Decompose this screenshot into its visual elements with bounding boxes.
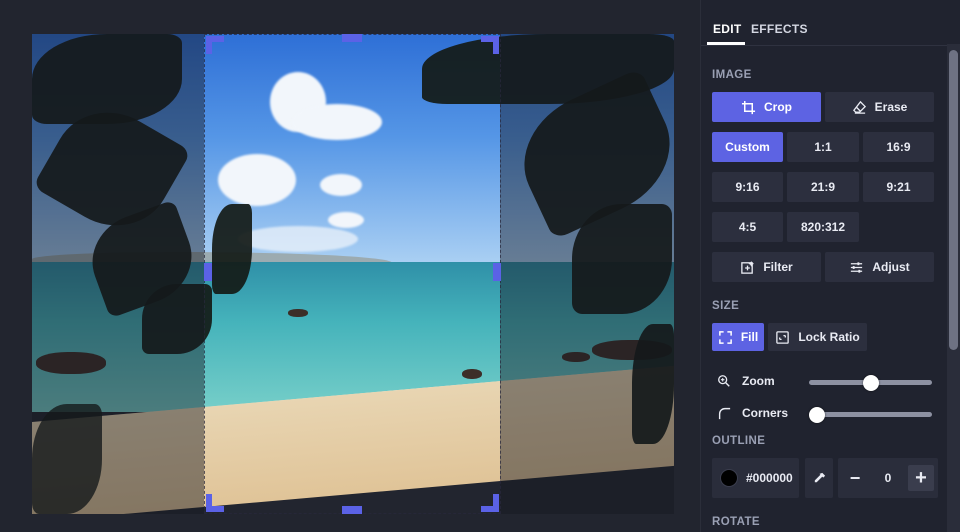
adjust-button[interactable]: Adjust (825, 252, 934, 282)
eraser-icon (852, 100, 866, 114)
ratio-button-9-16[interactable]: 9:16 (712, 172, 783, 202)
ratio-button-9-21[interactable]: 9:21 (863, 172, 934, 202)
minus-icon[interactable]: − (842, 465, 868, 491)
image-section-label: IMAGE (712, 69, 752, 81)
filter-button-label: Filter (763, 260, 793, 274)
corners-thumb[interactable] (809, 407, 825, 423)
crop-dim-left (32, 34, 204, 514)
filter-icon (741, 260, 755, 274)
ratio-button-custom[interactable]: Custom (712, 132, 783, 162)
outline-color-value: #000000 (746, 471, 793, 485)
crop-handle-top-left[interactable] (206, 36, 224, 54)
zoom-icon (718, 375, 730, 387)
panel-tabs: EDIT EFFECTS (701, 0, 947, 46)
panel-scrollbar-thumb[interactable] (949, 50, 958, 350)
crop-frame[interactable] (204, 34, 501, 514)
outline-width-value[interactable]: 0 (885, 471, 892, 485)
eyedropper-button[interactable] (805, 458, 833, 498)
zoom-thumb[interactable] (862, 375, 879, 391)
corners-label: Corners (742, 406, 789, 420)
zoom-track[interactable] (809, 375, 932, 391)
filter-button[interactable]: Filter (712, 252, 821, 282)
lock-ratio-button[interactable]: Lock Ratio (768, 323, 867, 351)
aspect-ratio-icon (776, 330, 790, 344)
ratio-button-21-9[interactable]: 21:9 (787, 172, 859, 202)
tab-edit[interactable]: EDIT (713, 22, 742, 36)
ratio-button-1-1[interactable]: 1:1 (787, 132, 859, 162)
panel-scrollbar[interactable] (947, 44, 960, 532)
fill-button-label: Fill (740, 330, 759, 344)
outline-color-picker[interactable]: #000000 (712, 458, 799, 498)
crop-icon (741, 100, 756, 114)
crop-button-label: Crop (764, 100, 792, 114)
zoom-label: Zoom (742, 374, 775, 388)
adjust-button-label: Adjust (872, 260, 910, 274)
corners-track[interactable] (809, 407, 932, 423)
color-swatch (720, 469, 738, 487)
erase-button[interactable]: Erase (825, 92, 934, 122)
crop-handle-bottom-left[interactable] (206, 494, 224, 512)
lock-ratio-button-label: Lock Ratio (798, 330, 860, 344)
crop-handle-bottom-right[interactable] (481, 494, 499, 512)
outline-width-stepper[interactable]: − 0 + (838, 458, 938, 498)
crop-dim-right (500, 34, 674, 514)
crop-handle-right[interactable] (493, 263, 501, 281)
edit-panel: EDIT EFFECTS IMAGE Crop Erase Custom 1:1… (700, 0, 960, 532)
ratio-button-16-9[interactable]: 16:9 (863, 132, 934, 162)
outline-section-label: OUTLINE (712, 435, 766, 447)
rotate-section-label: ROTATE (712, 516, 760, 528)
zoom-slider-row: Zoom (713, 372, 933, 392)
tab-effects[interactable]: EFFECTS (751, 22, 808, 36)
sliders-icon (851, 261, 863, 273)
erase-button-label: Erase (874, 100, 908, 114)
rounded-corner-icon (718, 407, 731, 420)
crop-handle-top-right[interactable] (481, 36, 499, 54)
corners-slider-row: Corners (713, 404, 933, 424)
fill-button[interactable]: Fill (712, 323, 764, 351)
ratio-button-820-312[interactable]: 820:312 (787, 212, 859, 242)
expand-icon (718, 330, 732, 344)
eyedropper-icon (814, 472, 825, 482)
crop-handle-bottom[interactable] (342, 506, 362, 514)
ratio-button-4-5[interactable]: 4:5 (712, 212, 783, 242)
crop-handle-left[interactable] (204, 263, 212, 281)
size-section-label: SIZE (712, 300, 740, 312)
crop-handle-top[interactable] (342, 34, 362, 42)
plus-icon[interactable]: + (908, 465, 934, 491)
image-editor: EDIT EFFECTS IMAGE Crop Erase Custom 1:1… (0, 0, 960, 532)
crop-button[interactable]: Crop (712, 92, 821, 122)
tab-active-indicator (707, 42, 745, 45)
canvas-area (0, 0, 700, 532)
